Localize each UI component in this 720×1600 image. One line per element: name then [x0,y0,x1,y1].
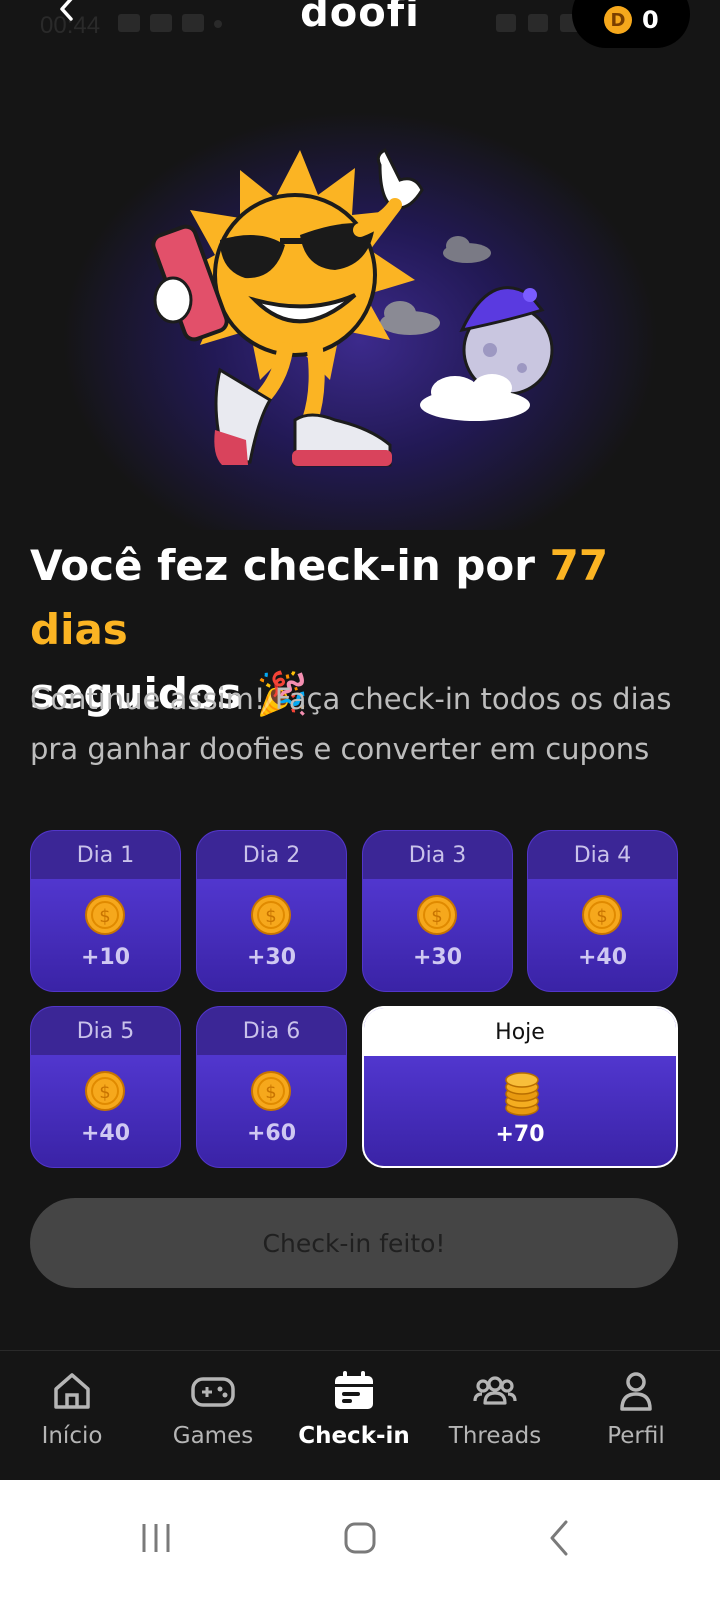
day-points: +60 [246,1121,297,1146]
svg-text:$: $ [99,1082,110,1103]
svg-text:$: $ [265,906,276,927]
day-card: Dia 2 $ +30 [196,830,347,992]
user-icon [620,1372,652,1411]
doofie-coin-icon: D [604,6,632,34]
day-label: Dia 4 [528,831,677,879]
today-label: Hoje [364,1008,676,1056]
cloud-icon [380,301,440,335]
checkin-done-button[interactable]: Check-in feito! [30,1198,678,1288]
coin-icon: $ [582,895,622,935]
day-card: Dia 6 $ +60 [196,1006,347,1168]
nav-label: Threads [448,1423,542,1449]
day-points: +10 [80,945,131,970]
svg-text:$: $ [99,906,110,927]
nav-item-perfil[interactable]: Perfil [564,1351,708,1481]
day-label: Dia 2 [197,831,346,879]
coin-icon: $ [251,895,291,935]
day-card: Dia 5 $ +40 [30,1006,181,1168]
day-points: +30 [412,945,463,970]
day-label: Dia 3 [363,831,512,879]
nav-label: Início [41,1423,103,1449]
svg-text:$: $ [431,906,442,927]
cloud-icon [443,236,491,263]
recent-apps-icon[interactable] [126,1508,186,1568]
gamepad-icon [191,1377,235,1407]
sun-mascot-illustration [151,147,554,467]
svg-text:$: $ [596,906,607,927]
nav-label: Games [172,1423,254,1449]
coin-balance: 0 [642,6,659,34]
nav-item-threads[interactable]: Threads [423,1351,567,1481]
day-label: Dia 5 [31,1007,180,1055]
day-points: +40 [577,945,628,970]
svg-text:$: $ [265,1082,276,1103]
coin-icon: $ [85,1071,125,1111]
day-card: Dia 4 $ +40 [527,830,678,992]
nav-label: Perfil [607,1423,665,1449]
nav-item-checkin[interactable]: Check-in [282,1351,426,1481]
coin-balance-pill[interactable]: D 0 [572,0,690,48]
coin-stack-icon [505,1072,539,1116]
day-points: +30 [246,945,297,970]
streak-subtext: Continue assim! Faça check-in todos os d… [30,682,672,766]
day-label: Dia 1 [31,831,180,879]
nav-label: Check-in [298,1423,410,1449]
bottom-nav: Início Games Check-in Threads Perfil [0,1350,720,1480]
users-icon [473,1376,517,1405]
today-points: +70 [495,1122,545,1147]
system-navigation-bar [0,1480,720,1600]
hero-illustration [60,110,660,530]
day-card: Dia 1 $ +10 [30,830,181,992]
nav-item-inicio[interactable]: Início [0,1351,144,1481]
day-points: +40 [80,1121,131,1146]
today-card: Hoje +70 [362,1006,678,1168]
coin-icon: $ [85,895,125,935]
headline-prefix: Você fez check-in por [30,541,550,590]
day-label: Dia 6 [197,1007,346,1055]
coin-icon: $ [417,895,457,935]
home-icon [54,1373,90,1409]
calendar-icon [335,1371,373,1409]
nav-item-games[interactable]: Games [141,1351,285,1481]
home-button-icon[interactable] [330,1508,390,1568]
coin-icon: $ [251,1071,291,1111]
day-card: Dia 3 $ +30 [362,830,513,992]
system-back-icon[interactable] [530,1508,590,1568]
